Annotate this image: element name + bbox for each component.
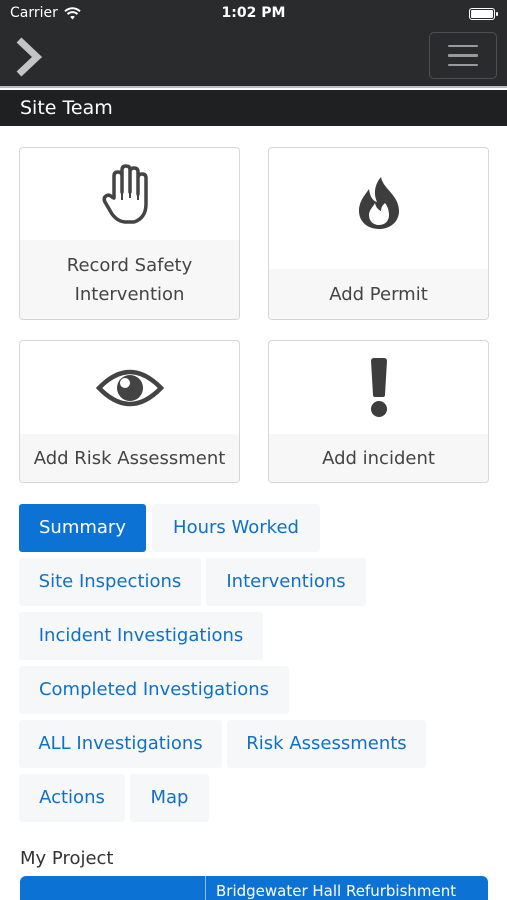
status-bar: Carrier 1:02 PM <box>0 0 507 28</box>
add-risk-assessment-tile[interactable]: Add Risk Assessment <box>19 340 240 483</box>
tile-label-line: Intervention <box>74 283 185 305</box>
fire-icon <box>358 177 399 229</box>
tile-label: Add Risk Assessment <box>20 434 239 482</box>
battery-icon <box>469 8 498 20</box>
record-safety-intervention-tile[interactable]: Record Safety Intervention <box>19 147 240 320</box>
hamburger-icon-line <box>448 44 478 48</box>
tab-actions[interactable]: Actions <box>19 774 125 822</box>
project-name: Bridgewater Hall Refurbishment <box>216 882 457 900</box>
tab-risk-assessments[interactable]: Risk Assessments <box>227 720 426 768</box>
tab-incident-investigations[interactable]: Incident Investigations <box>19 612 263 660</box>
menu-button[interactable] <box>429 32 497 79</box>
tile-label: Add Permit <box>269 269 488 319</box>
tab-hours-worked[interactable]: Hours Worked <box>152 504 320 552</box>
hamburger-icon-line <box>448 63 478 67</box>
tab-map[interactable]: Map <box>130 774 209 822</box>
hamburger-icon-line <box>448 54 478 57</box>
add-permit-tile[interactable]: Add Permit <box>268 147 489 320</box>
tab-summary[interactable]: Summary <box>19 504 146 552</box>
tile-label: Add incident <box>269 434 488 482</box>
tile-label-line: Record Safety <box>66 254 193 276</box>
project-card-divider <box>205 876 206 900</box>
tab-all-investigations[interactable]: ALL Investigations <box>19 720 222 768</box>
tab-site-inspections[interactable]: Site Inspections <box>19 558 201 606</box>
tab-interventions[interactable]: Interventions <box>206 558 366 606</box>
hand-icon <box>101 164 148 224</box>
section-title: Site Team <box>0 90 507 126</box>
back-button[interactable] <box>8 34 48 80</box>
my-project-heading: My Project <box>20 848 114 869</box>
clock: 1:02 PM <box>221 5 286 21</box>
add-incident-tile[interactable]: Add incident <box>268 340 489 483</box>
project-card[interactable]: Bridgewater Hall Refurbishment <box>20 876 488 900</box>
chevron-right-icon <box>16 37 43 77</box>
tab-completed-investigations[interactable]: Completed Investigations <box>19 666 289 714</box>
exclamation-icon <box>370 358 387 417</box>
eye-icon <box>95 369 164 407</box>
navigation-bar <box>0 28 507 88</box>
